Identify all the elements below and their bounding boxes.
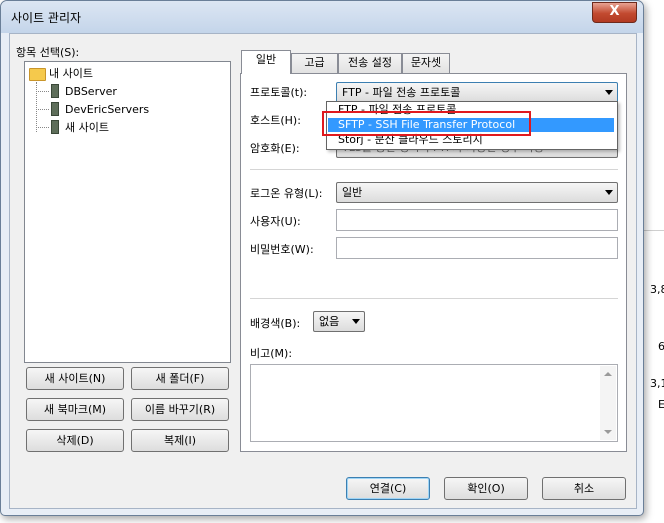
scroll-down-icon[interactable] [604, 430, 612, 434]
logon-type-value: 일반 [342, 186, 363, 199]
tree-label: 항목 선택(S): [16, 46, 80, 59]
tree-connector [36, 109, 49, 110]
chevron-down-icon [605, 190, 613, 195]
bgcolor-value: 없음 [319, 315, 340, 328]
copy-button[interactable]: 복제(I) [131, 429, 229, 452]
tree-connector [36, 91, 49, 92]
server-icon [51, 84, 59, 98]
comment-textarea[interactable] [250, 364, 618, 442]
bgcolor-label: 배경색(B): [250, 317, 301, 330]
chevron-down-icon [352, 319, 360, 324]
protocol-select-value: FTP - 파일 전송 프로토콜 [342, 86, 461, 99]
separator [250, 298, 618, 299]
chevron-down-icon [605, 90, 613, 95]
ok-button[interactable]: 확인(O) [444, 477, 528, 500]
new-bookmark-button[interactable]: 새 북마크(M) [26, 398, 124, 421]
tree-item-my-sites[interactable]: 내 사이트 [49, 66, 93, 82]
connect-button[interactable]: 연결(C) [346, 477, 430, 500]
comment-scrollbar[interactable] [600, 366, 616, 440]
window-title: 사이트 관리자 [11, 11, 82, 25]
password-input[interactable] [336, 237, 618, 259]
background-text: 3,1 [650, 377, 664, 390]
protocol-select[interactable]: FTP - 파일 전송 프로토콜 [336, 82, 618, 103]
rename-button[interactable]: 이름 바꾸기(R) [131, 398, 229, 421]
server-icon [51, 120, 59, 134]
background-text: E [658, 398, 664, 411]
background-text: 6 [658, 340, 664, 353]
host-label: 호스트(H): [250, 114, 301, 127]
bgcolor-select[interactable]: 없음 [313, 311, 365, 332]
server-icon [51, 102, 59, 116]
site-manager-dialog: 사이트 관리자 X 항목 선택(S): 내 사이트 DBServer DevEr… [0, 0, 644, 516]
user-input[interactable] [336, 209, 618, 231]
site-tree[interactable]: 내 사이트 DBServer DevEricServers 새 사이트 [24, 61, 231, 363]
new-site-button[interactable]: 새 사이트(N) [26, 367, 124, 390]
highlight-annotation-box [322, 111, 531, 136]
tree-connector [36, 127, 49, 128]
new-folder-button[interactable]: 새 폴더(F) [131, 367, 229, 390]
tree-item-new-site[interactable]: 새 사이트 [65, 120, 109, 136]
scroll-up-icon[interactable] [604, 372, 612, 376]
user-label: 사용자(U): [250, 215, 301, 228]
folder-icon [29, 68, 46, 81]
delete-button[interactable]: 삭제(D) [26, 429, 124, 452]
tab-general[interactable]: 일반 [241, 50, 291, 74]
logon-type-select[interactable]: 일반 [336, 182, 618, 203]
tab-transfer-settings[interactable]: 전송 설정 [338, 53, 402, 73]
password-label: 비밀번호(W): [250, 243, 314, 256]
protocol-label: 프로토콜(t): [250, 86, 308, 99]
comment-label: 비고(M): [250, 347, 293, 360]
close-button[interactable]: X [592, 2, 637, 23]
tree-connector [36, 82, 37, 132]
tab-advanced[interactable]: 고급 [291, 53, 338, 73]
tree-item-dbserver[interactable]: DBServer [65, 84, 117, 100]
tab-charset[interactable]: 문자셋 [402, 53, 450, 73]
background-text: 3,89 [650, 283, 664, 296]
separator [250, 169, 618, 170]
tree-item-devericservers[interactable]: DevEricServers [65, 102, 149, 118]
logon-type-label: 로그온 유형(L): [250, 187, 323, 200]
title-bar[interactable]: 사이트 관리자 X [1, 1, 643, 33]
cancel-button[interactable]: 취소 [542, 477, 626, 500]
encryption-label: 암호화(E): [250, 142, 300, 155]
